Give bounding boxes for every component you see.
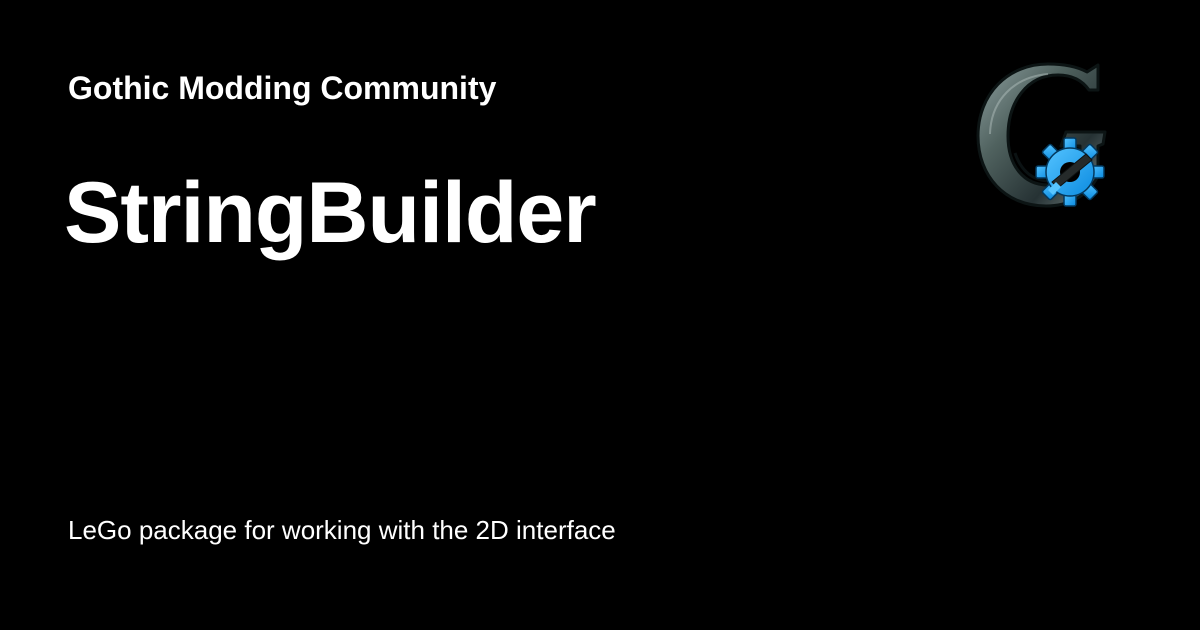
page-description: LeGo package for working with the 2D int… xyxy=(68,515,616,545)
site-name: Gothic Modding Community xyxy=(68,70,497,106)
social-preview-card: Gothic Modding Community StringBuilder L… xyxy=(0,0,1200,630)
page-title: StringBuilder xyxy=(64,165,597,261)
gothic-g-gear-logo-icon xyxy=(966,60,1118,212)
